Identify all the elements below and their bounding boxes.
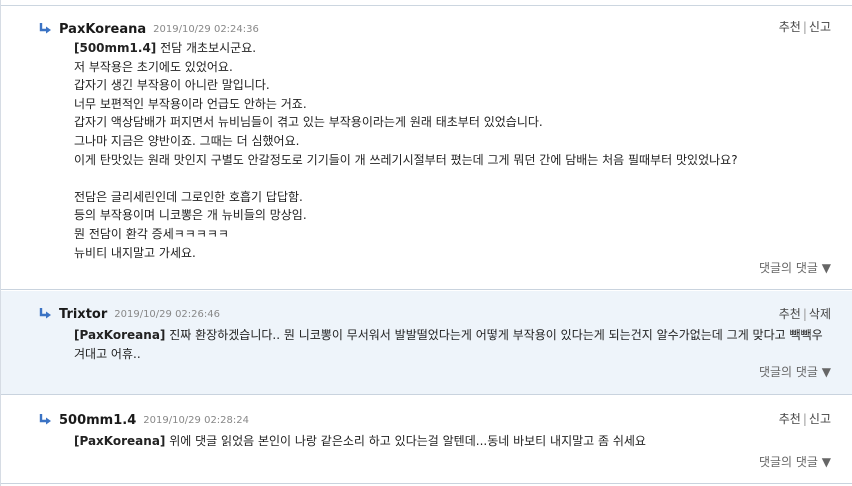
comment-item: 500mm1.4 2019/10/29 02:28:24 추천 | 신고 [PaxK… (1, 396, 852, 484)
comment-line: 뭔 전담이 환각 증세ㅋㅋㅋㅋㅋ (74, 226, 229, 241)
comment-date: 2019/10/29 02:28:24 (143, 414, 249, 426)
recommend-button[interactable]: 추천 (779, 20, 801, 34)
comment-line: 너무 보편적인 부작용이라 언급도 안하는 거죠. (74, 96, 307, 111)
comment-line: 갑자기 액상담배가 퍼지면서 뉴비님들이 겪고 있는 부작용이라는게 원래 태초… (74, 115, 543, 130)
comment-actions: 추천 | 신고 (779, 18, 831, 35)
comment-header: PaxKoreana 2019/10/29 02:24:36 (39, 20, 259, 38)
mention-tag[interactable]: [PaxKoreana] (74, 434, 165, 448)
comment-line: [PaxKoreana] 위에 댓글 읽었음 본인이 나랑 같은소리 하고 있다… (74, 434, 646, 448)
reply-arrow-icon (39, 23, 51, 34)
report-button[interactable]: 신고 (809, 412, 831, 426)
report-button[interactable]: 신고 (809, 20, 831, 34)
comment-actions: 추천 | 삭제 (779, 305, 831, 322)
comment-line: 그나마 지금은 양반이죠. 그때는 더 심했어요. (74, 133, 300, 148)
mention-tag[interactable]: [500mm1.4] (74, 41, 156, 55)
comment-author[interactable]: PaxKoreana (59, 22, 146, 37)
action-separator: | (802, 307, 807, 321)
comment-line: 뉴비티 내지말고 가세요. (74, 245, 196, 260)
comment-header: 500mm1.4 2019/10/29 02:28:24 (39, 411, 249, 429)
comment-line: 등의 부작용이며 니코뽕은 개 뉴비들의 망상임. (74, 208, 307, 223)
comment-item: PaxKoreana 2019/10/29 02:24:36 추천 | 신고 [50… (1, 6, 852, 290)
comment-header: Trixtor 2019/10/29 02:26:46 (39, 305, 220, 323)
comment-body: [PaxKoreana] 진짜 환장하겠습니다.. 뭔 니코뽕이 무서워서 발발… (74, 326, 829, 363)
comment-body: [500mm1.4] 전담 개초보시군요. 저 부작용은 초기에도 있었어요. … (74, 39, 833, 262)
reply-to-comment-link[interactable]: 댓글의 댓글 ▼ (759, 259, 831, 276)
comment-line: 전담은 글리세린인데 그로인한 호흡기 답답함. (74, 189, 303, 204)
comment-line: [PaxKoreana] 진짜 환장하겠습니다.. 뭔 니코뽕이 무서워서 발발… (74, 328, 823, 361)
reply-arrow-icon (39, 308, 51, 319)
reply-to-comment-link[interactable]: 댓글의 댓글 ▼ (759, 363, 831, 380)
reply-to-comment-link[interactable]: 댓글의 댓글 ▼ (759, 453, 831, 470)
comment-line: 이게 탄맛있는 원래 맛인지 구별도 안갈정도로 기기들이 개 쓰레기시절부터 … (74, 152, 738, 167)
comment-author[interactable]: 500mm1.4 (59, 413, 136, 428)
comment-actions: 추천 | 신고 (779, 410, 831, 427)
action-separator: | (802, 20, 807, 34)
reply-arrow-icon (39, 414, 51, 425)
comment-author[interactable]: Trixtor (59, 307, 107, 322)
comment-line: 갑자기 생긴 부작용이 아니란 말입니다. (74, 78, 270, 93)
mention-tag[interactable]: [PaxKoreana] (74, 328, 165, 342)
comment-line-blank (74, 169, 833, 188)
comment-date: 2019/10/29 02:26:46 (114, 308, 220, 320)
action-separator: | (802, 412, 807, 426)
comment-body: [PaxKoreana] 위에 댓글 읽었음 본인이 나랑 같은소리 하고 있다… (74, 432, 833, 451)
recommend-button[interactable]: 추천 (779, 412, 801, 426)
comment-line: [500mm1.4] 전담 개초보시군요. (74, 41, 257, 55)
comment-date: 2019/10/29 02:24:36 (153, 23, 259, 35)
comment-thread: PaxKoreana 2019/10/29 02:24:36 추천 | 신고 [50… (0, 0, 852, 486)
recommend-button[interactable]: 추천 (779, 307, 801, 321)
delete-button[interactable]: 삭제 (809, 307, 831, 321)
comment-line: 저 부작용은 초기에도 있었어요. (74, 59, 233, 74)
comment-item: Trixtor 2019/10/29 02:26:46 추천 | 삭제 [PaxKo… (1, 291, 852, 395)
